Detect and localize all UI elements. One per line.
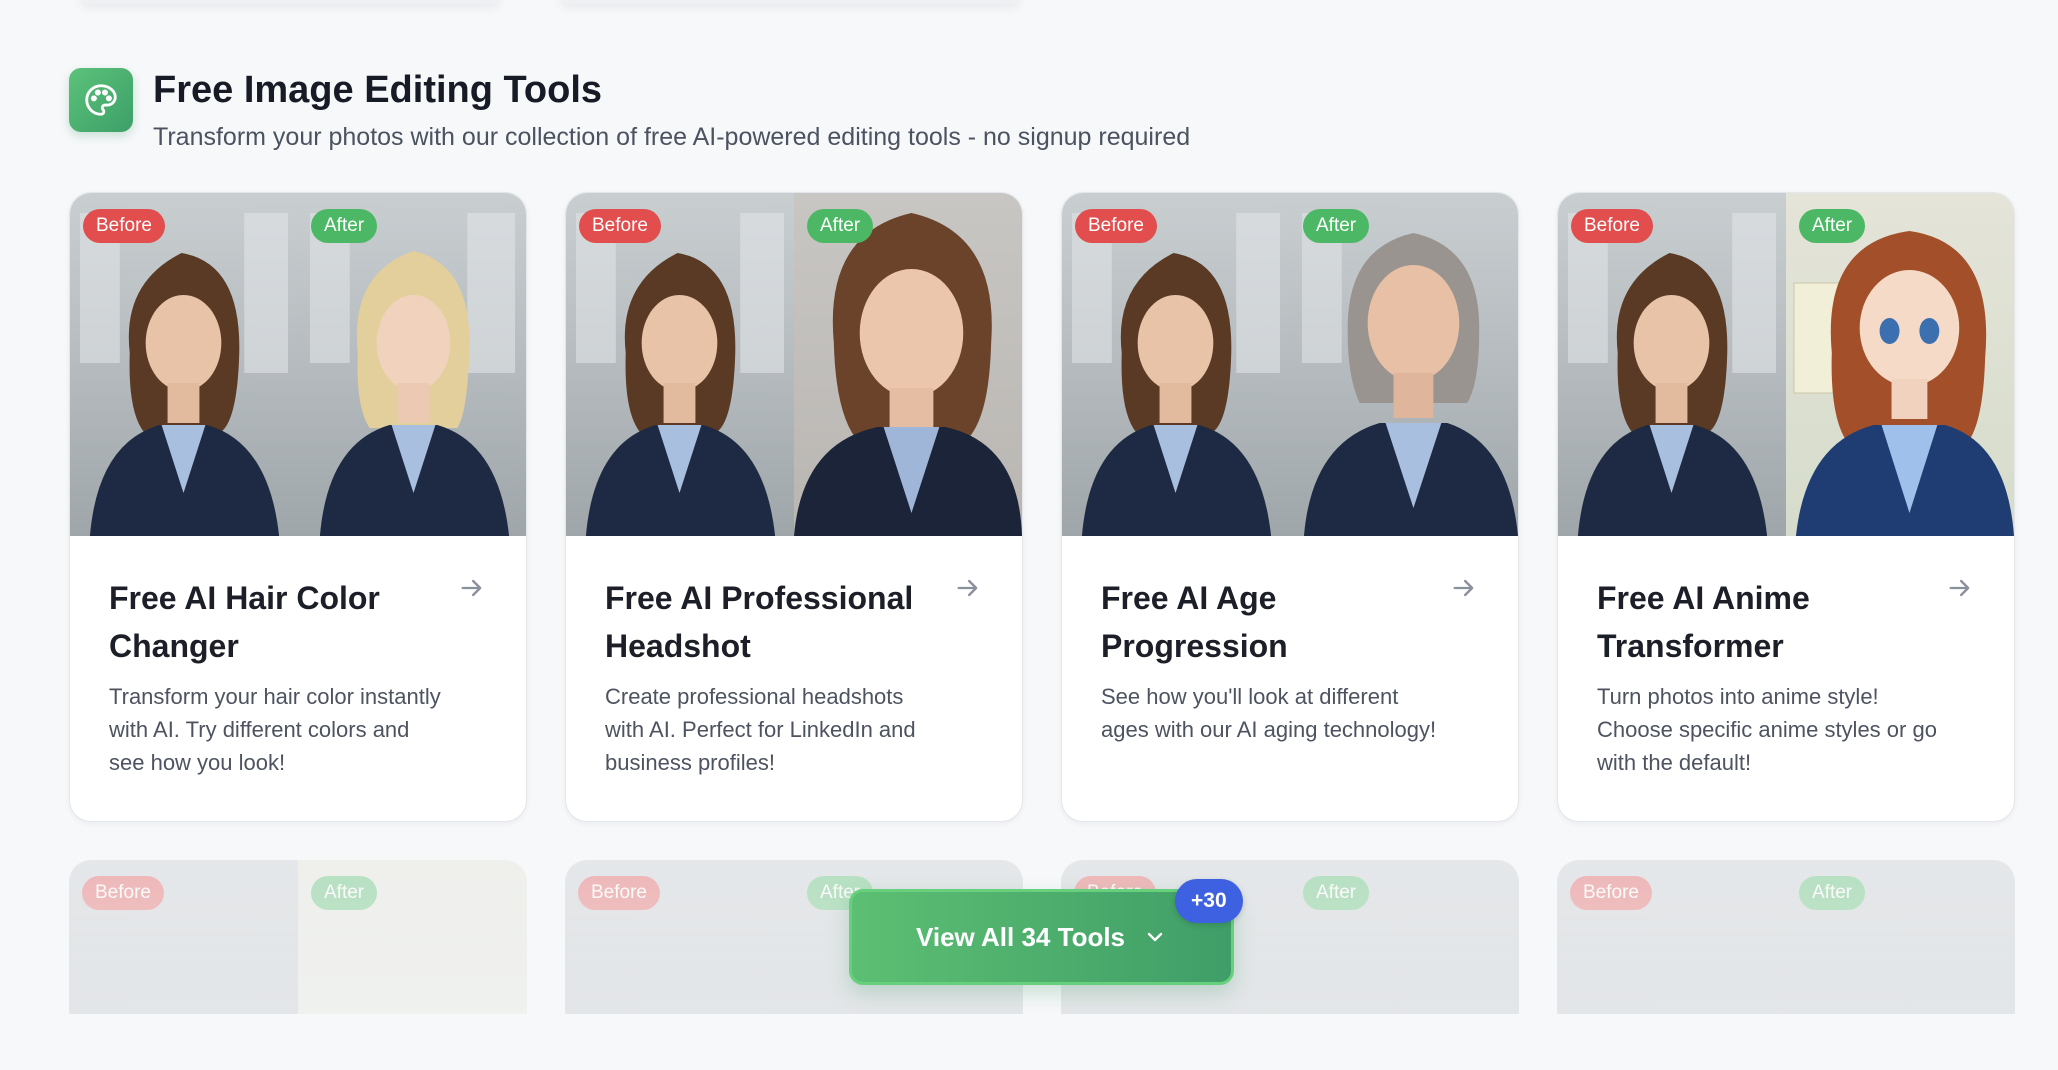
arrow-right-icon — [1453, 579, 1474, 597]
view-all-label: View All 34 Tools — [915, 921, 1126, 952]
tool-card-anime[interactable]: Before After Free AI Anime Transformer T… — [1557, 192, 2015, 822]
previous-section-edge — [0, 0, 2058, 14]
tool-description: Create professional headshots with AI. P… — [605, 684, 916, 775]
page-subtitle: Transform your photos with our collectio… — [153, 123, 1191, 151]
tool-title: Free AI Anime Transformer — [1597, 580, 1810, 664]
tool-description: Transform your hair color instantly with… — [109, 684, 441, 775]
chevron-down-icon — [1147, 932, 1163, 942]
before-after-image: Before After — [566, 193, 1022, 536]
before-photo: Before — [1062, 193, 1290, 536]
after-badge: After — [311, 209, 378, 243]
more-tools-count-badge: +30 — [1175, 879, 1243, 923]
arrow-right-icon — [461, 579, 482, 597]
palette-icon — [69, 68, 133, 132]
after-illustration: After — [1786, 193, 2014, 536]
after-photo: After — [794, 193, 1022, 536]
tool-card-age-progression[interactable]: Before After Free AI Age Progression See… — [1061, 192, 1519, 822]
before-after-image: Before After — [1558, 193, 2014, 536]
page-title: Free Image Editing Tools — [153, 69, 603, 111]
tool-title: Free AI Hair Color Changer — [109, 580, 380, 664]
before-photo: Before — [566, 193, 794, 536]
before-photo: Before — [1558, 193, 1786, 536]
tool-card-headshot[interactable]: Before After Free AI Professional Headsh… — [565, 192, 1023, 822]
after-badge: After — [807, 209, 874, 243]
tool-title: Free AI Age Progression — [1101, 580, 1288, 664]
tool-card-hair-color[interactable]: Before After Free AI Hair Color Changer … — [69, 192, 527, 822]
after-badge: After — [1303, 209, 1370, 243]
before-photo: Before — [70, 193, 298, 536]
before-after-image: Before After — [1062, 193, 1518, 536]
tool-title: Free AI Professional Headshot — [605, 580, 914, 664]
arrow-right-icon — [1949, 579, 1970, 597]
before-badge: Before — [1571, 209, 1653, 243]
tool-description: See how you'll look at different ages wi… — [1101, 684, 1437, 742]
after-badge: After — [1799, 209, 1866, 243]
after-photo: After — [298, 193, 526, 536]
arrow-right-icon — [957, 579, 978, 597]
before-badge: Before — [1075, 209, 1157, 243]
section-header: Free Image Editing Tools Transform your … — [69, 68, 1190, 152]
after-photo: After — [1290, 193, 1518, 536]
before-after-image: Before After — [70, 193, 526, 536]
before-badge: Before — [579, 209, 661, 243]
before-badge: Before — [83, 209, 165, 243]
tool-description: Turn photos into anime style! Choose spe… — [1597, 684, 1937, 775]
